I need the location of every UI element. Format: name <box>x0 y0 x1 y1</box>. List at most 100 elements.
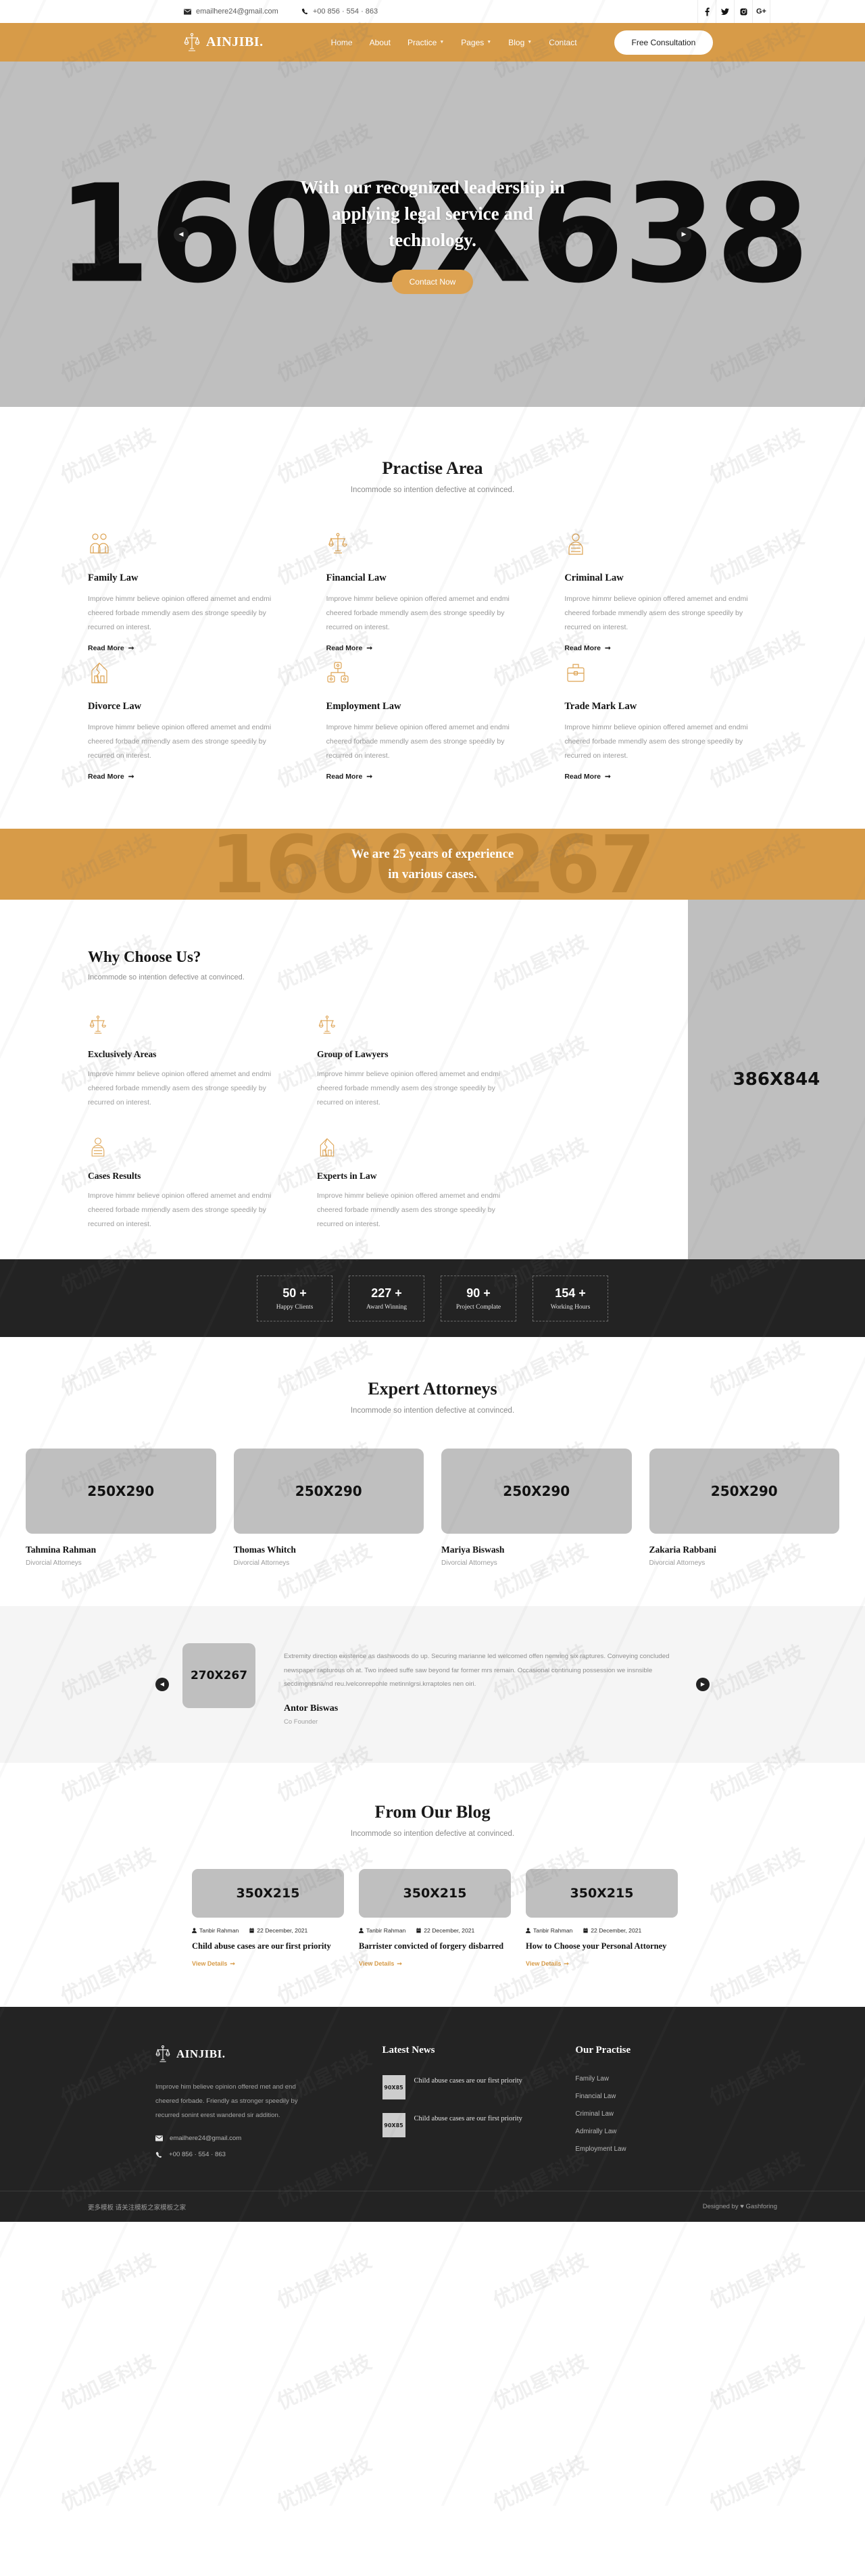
footer-news-item[interactable]: 90X85 Child abuse cases are our first pr… <box>382 2113 542 2138</box>
blog-card[interactable]: 350X215 Tanbir Rahman 22 December, 2021 … <box>359 1868 511 1969</box>
testimonial-quote: Extremity direction existence as dashwoo… <box>284 1653 670 1688</box>
why-card-exclusively-areas[interactable]: Exclusively Areas Improve himmr believe … <box>88 1014 291 1110</box>
blog-title: From Our Blog <box>374 1801 491 1822</box>
footer-practise-link-criminal-law[interactable]: Criminal Law <box>575 2110 710 2118</box>
footer-practise-link-financial-law[interactable]: Financial Law <box>575 2093 710 2100</box>
footer-practise-column: Our Practise Family Law Financial Law Cr… <box>575 2045 710 2158</box>
experience-banner-heading: We are 25 years of experience in various… <box>351 844 514 884</box>
footer-brand-name: AINJIBI. <box>176 2047 226 2061</box>
attorney-photo-placeholder: 250X290 <box>441 1449 632 1534</box>
footer-practise-link-family-law[interactable]: Family Law <box>575 2075 710 2083</box>
read-more-link[interactable]: Read More ➞ <box>88 773 134 781</box>
hero-next-button[interactable]: ▶ <box>676 226 691 242</box>
attorney-photo-placeholder: 250X290 <box>233 1449 424 1534</box>
blog-card[interactable]: 350X215 Tanbir Rahman 22 December, 2021 … <box>192 1868 344 1969</box>
attorney-role: Divorcial Attorneys <box>649 1559 706 1567</box>
testimonial-author-role: Co Founder <box>284 1718 318 1726</box>
top-bar-socials: G+ <box>697 0 770 23</box>
why-card-cases-results[interactable]: Cases Results Improve himmr believe opin… <box>88 1136 291 1232</box>
read-more-link[interactable]: Read More ➞ <box>564 773 611 781</box>
nav-item-pages[interactable]: Pages ▼ <box>461 38 491 47</box>
google-plus-icon[interactable]: G+ <box>752 0 770 23</box>
footer-bottom-bar: 更多模板 请关注模板之家模板之家 Designed by ♥ Gashforin… <box>0 2191 865 2222</box>
chevron-down-icon: ▼ <box>487 40 492 45</box>
practise-card-financial-law[interactable]: Financial Law Improve himmr believe opin… <box>326 531 539 660</box>
counter-project-complate: 90 + Project Complate <box>441 1275 516 1321</box>
attorney-card[interactable]: 250X290 Zakaria Rabbani Divorcial Attorn… <box>649 1449 839 1567</box>
practise-grid: Family Law Improve himmr believe opinion… <box>88 531 777 788</box>
footer-about-column: AINJIBI. Improve him believe opinion off… <box>155 2045 349 2158</box>
main-navigation: AINJIBI. Home About Practice ▼ Pages ▼ Blo… <box>0 23 865 62</box>
experience-line-2: in various cases. <box>388 867 477 881</box>
testimonial-section: ◀ ▶ 270X267 Extremity direction existenc… <box>0 1606 865 1763</box>
footer-practise-link-admirally-law[interactable]: Admirally Law <box>575 2128 710 2135</box>
blog-card[interactable]: 350X215 Tanbir Rahman 22 December, 2021 … <box>526 1868 678 1969</box>
attorneys-title: Expert Attorneys <box>368 1379 497 1399</box>
testimonial-next-button[interactable]: ▶ <box>696 1677 710 1691</box>
top-bar-email-text: emailhere24@gmail.com <box>196 7 278 16</box>
nav-item-label: Contact <box>549 37 577 47</box>
nav-item-home[interactable]: Home <box>331 38 353 47</box>
broken-home-icon <box>91 662 107 683</box>
practise-card-divorce-law[interactable]: Divorce Law Improve himmr believe opinio… <box>88 660 301 788</box>
counter-label: Project Complate <box>455 1303 501 1311</box>
nav-item-about[interactable]: About <box>370 38 391 47</box>
practise-card-employment-law[interactable]: Employment Law Improve himmr believe opi… <box>326 660 539 788</box>
counter-happy-clients: 50 + Happy Clients <box>257 1275 332 1321</box>
why-choose-us-section: 386X844 Why Choose Us? Incommode so inte… <box>0 900 865 1259</box>
view-details-link[interactable]: View Details ➞ <box>526 1960 569 1968</box>
brand-logo[interactable]: AINJIBI. <box>184 32 264 53</box>
practise-card-criminal-law[interactable]: Criminal Law Improve himmr believe opini… <box>564 531 777 660</box>
top-bar-email[interactable]: emailhere24@gmail.com <box>184 7 278 16</box>
nav-item-practice[interactable]: Practice ▼ <box>407 38 444 47</box>
testimonial-prev-button[interactable]: ◀ <box>155 1677 169 1691</box>
nav-item-blog[interactable]: Blog ▼ <box>508 38 532 47</box>
hero-prev-button[interactable]: ◀ <box>174 226 189 242</box>
top-bar-phone-text: +00 856 · 554 · 863 <box>312 7 378 16</box>
attorney-card[interactable]: 250X290 Mariya Biswash Divorcial Attorne… <box>441 1449 632 1567</box>
arrow-right-icon: ➞ <box>230 1960 235 1967</box>
why-card-text: Improve himmr believe opinion offered am… <box>88 1070 272 1107</box>
footer-email[interactable]: emailhere24@gmail.com <box>155 2135 349 2142</box>
scales-icon <box>89 1015 106 1034</box>
attorney-card[interactable]: 250X290 Tahmina Rahman Divorcial Attorne… <box>26 1449 216 1567</box>
chevron-down-icon: ▼ <box>439 40 445 45</box>
footer-practise-link-employment-law[interactable]: Employment Law <box>575 2145 710 2153</box>
why-card-group-of-lawyers[interactable]: Group of Lawyers Improve himmr believe o… <box>317 1014 520 1110</box>
attorney-card[interactable]: 250X290 Thomas Whitch Divorcial Attorney… <box>233 1449 424 1567</box>
why-card-experts-in-law[interactable]: Experts in Law Improve himmr believe opi… <box>317 1136 520 1232</box>
practise-card-family-law[interactable]: Family Law Improve himmr believe opinion… <box>88 531 301 660</box>
why-card-title: Group of Lawyers <box>317 1049 389 1059</box>
nav-menu: Home About Practice ▼ Pages ▼ Blog ▼ Contac… <box>331 38 577 47</box>
blog-subtitle: Incommode so intention defective at conv… <box>350 1829 515 1838</box>
footer-practise-list: Family Law Financial Law Criminal Law Ad… <box>575 2075 710 2153</box>
view-details-link[interactable]: View Details ➞ <box>192 1960 235 1968</box>
read-more-link[interactable]: Read More ➞ <box>326 644 373 652</box>
view-details-link[interactable]: View Details ➞ <box>359 1960 402 1968</box>
scales-icon <box>318 1015 335 1034</box>
arrow-right-icon: ➞ <box>605 773 611 781</box>
nav-item-contact[interactable]: Contact <box>549 38 576 47</box>
arrow-right-icon: ➞ <box>366 773 373 781</box>
instagram-icon[interactable] <box>734 0 752 23</box>
arrow-right-icon: ➞ <box>605 644 611 652</box>
user-icon <box>359 1928 364 1933</box>
read-more-link[interactable]: Read More ➞ <box>564 644 611 652</box>
top-bar-phone[interactable]: +00 856 · 554 · 863 <box>301 7 378 16</box>
footer-news-item[interactable]: 90X85 Child abuse cases are our first pr… <box>382 2075 542 2100</box>
read-more-link[interactable]: Read More ➞ <box>326 773 373 781</box>
nav-item-label: Blog <box>508 37 525 47</box>
read-more-link[interactable]: Read More ➞ <box>88 644 134 652</box>
footer-news-thumb-placeholder: 90X85 <box>382 2113 405 2138</box>
family-icon <box>90 533 109 554</box>
facebook-icon[interactable] <box>697 0 716 23</box>
footer-brand[interactable]: AINJIBI. <box>155 2045 349 2064</box>
why-card-title: Cases Results <box>88 1171 141 1181</box>
practise-card-text: Improve himmr believe opinion offered am… <box>88 723 272 760</box>
practise-card-trade-mark-law[interactable]: Trade Mark Law Improve himmr believe opi… <box>564 660 777 788</box>
hero-contact-button[interactable]: Contact Now <box>391 270 474 295</box>
twitter-icon[interactable] <box>716 0 734 23</box>
footer-phone[interactable]: +00 856 · 554 · 863 <box>155 2151 349 2158</box>
counter-label: Award Winning <box>366 1303 407 1311</box>
free-consultation-button[interactable]: Free Consultation <box>614 30 714 55</box>
